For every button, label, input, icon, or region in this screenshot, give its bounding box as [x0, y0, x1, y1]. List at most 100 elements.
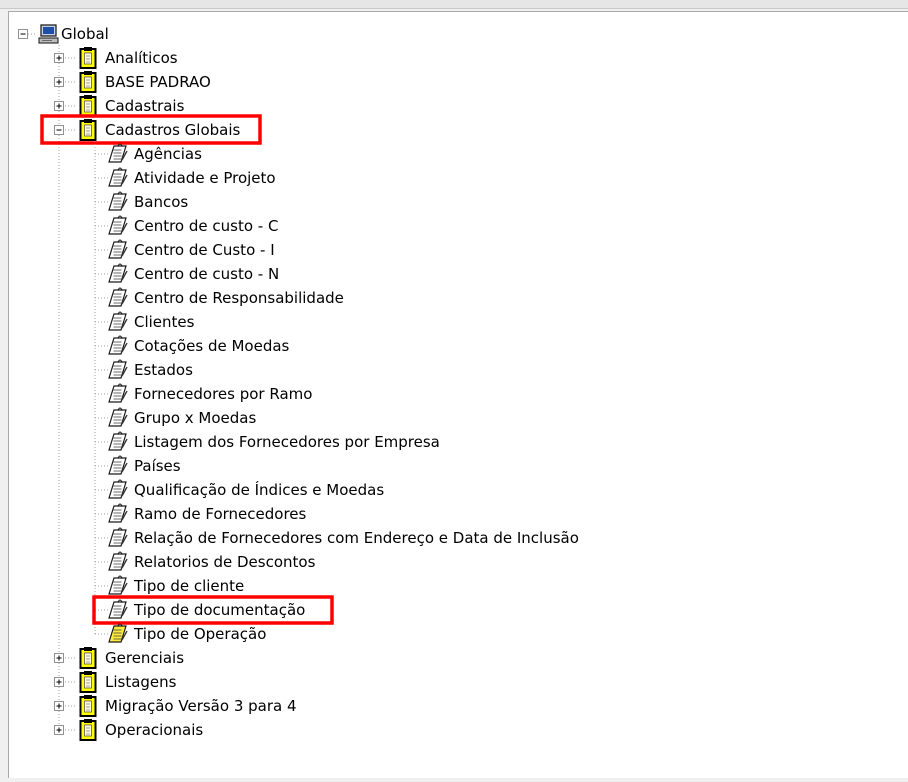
tree-item-label: Listagens	[105, 673, 177, 691]
tree-item-label: Atividade e Projeto	[134, 169, 276, 187]
tree-item-label: Migração Versão 3 para 4	[105, 697, 297, 715]
tree-report-item[interactable]: Atividade e Projeto	[134, 169, 276, 187]
tree-item-label: Qualificação de Índices e Moedas	[134, 480, 384, 499]
clipboard-folder-icon	[79, 671, 97, 693]
tree-item-label: Estados	[134, 361, 193, 379]
tree-report-item[interactable]: Fornecedores por Ramo	[134, 385, 312, 403]
tree-item-label: Clientes	[134, 313, 195, 331]
tree-folder-cadastrais[interactable]: Cadastrais	[105, 97, 185, 115]
tree-report-item[interactable]: Centro de Responsabilidade	[134, 289, 344, 307]
report-icon	[108, 263, 128, 283]
tree-folder-analiticos[interactable]: Analíticos	[105, 49, 178, 67]
tree-item-label: Global	[61, 25, 109, 43]
expander-operacionais[interactable]	[54, 725, 64, 735]
tree-item-label: Tipo de documentação	[133, 601, 305, 619]
report-icon	[108, 479, 128, 499]
expander-migracao-versao-3-para-4[interactable]	[54, 701, 64, 711]
tree-report-item[interactable]: Listagem dos Fornecedores por Empresa	[134, 433, 440, 451]
tree-report-item[interactable]: Países	[134, 457, 181, 475]
expander-analiticos[interactable]	[54, 53, 64, 63]
clipboard-folder-icon	[79, 95, 97, 117]
report-icon	[108, 431, 128, 451]
tree-item-label: Agências	[134, 145, 202, 163]
report-icon	[108, 311, 128, 331]
report-icon	[108, 575, 128, 595]
tree-report-item[interactable]: Grupo x Moedas	[134, 409, 256, 427]
tree-item-label: Tipo de cliente	[133, 577, 244, 595]
clipboard-folder-icon	[79, 47, 97, 69]
tree-item-label: Cotações de Moedas	[134, 337, 290, 355]
report-icon	[108, 455, 128, 475]
report-icon	[108, 551, 128, 571]
report-icon	[108, 503, 128, 523]
expander-cadastrais[interactable]	[54, 101, 64, 111]
tree-view: Global Analíticos BASE PADRAO Cadastrais Cad…	[18, 24, 579, 741]
tree-report-item[interactable]: Relatorios de Descontos	[134, 553, 316, 571]
tree-item-label: Ramo de Fornecedores	[134, 505, 307, 523]
tree-folder-operacionais[interactable]: Operacionais	[105, 721, 203, 739]
tree-folder-listagens[interactable]: Listagens	[105, 673, 177, 691]
tree-item-label: Fornecedores por Ramo	[134, 385, 312, 403]
tree-report-item[interactable]: Tipo de cliente	[133, 577, 244, 595]
tree-item-label: Cadastros Globais	[105, 121, 241, 139]
clipboard-folder-icon	[79, 119, 97, 141]
tree-report-item[interactable]: Clientes	[134, 313, 195, 331]
report-icon	[108, 287, 128, 307]
expander-listagens[interactable]	[54, 677, 64, 687]
clipboard-folder-icon	[79, 71, 97, 93]
tree-report-item[interactable]: Centro de custo - C	[134, 217, 278, 235]
report-icon	[108, 335, 128, 355]
tree-report-item[interactable]: Centro de custo - N	[134, 265, 279, 283]
computer-icon	[38, 24, 59, 44]
report-icon	[108, 143, 128, 163]
tree-item-label: Tipo de Operação	[133, 625, 266, 643]
tree-report-item[interactable]: Cotações de Moedas	[134, 337, 290, 355]
tree-report-item[interactable]: Relação de Fornecedores com Endereço e D…	[134, 529, 579, 547]
tree-report-item[interactable]: Tipo de Operação	[133, 625, 266, 643]
tree-window: Global Analíticos BASE PADRAO Cadastrais Cad…	[0, 0, 908, 778]
tree-item-label: Relação de Fornecedores com Endereço e D…	[134, 529, 579, 547]
report-icon	[108, 167, 128, 187]
report-icon	[108, 407, 128, 427]
tree-report-item[interactable]: Tipo de documentação	[133, 601, 305, 619]
tree-item-label: Países	[134, 457, 181, 475]
report-icon	[108, 599, 128, 619]
tree-folder-migracao-versao-3-para-4[interactable]: Migração Versão 3 para 4	[105, 697, 297, 715]
tree-item-label: Centro de Custo - I	[134, 241, 275, 259]
tree-item-label: Grupo x Moedas	[134, 409, 256, 427]
clipboard-folder-icon	[79, 647, 97, 669]
tree-item-label: Operacionais	[105, 721, 203, 739]
report-icon	[108, 191, 128, 211]
tree-item-label: Analíticos	[105, 49, 178, 67]
clipboard-folder-icon	[79, 719, 97, 741]
tree-panel: Global Analíticos BASE PADRAO Cadastrais Cad…	[8, 11, 908, 778]
tree-item-label: Listagem dos Fornecedores por Empresa	[134, 433, 440, 451]
expander-gerenciais[interactable]	[54, 653, 64, 663]
tree-report-item[interactable]: Agências	[134, 145, 202, 163]
tree-folder-cadastros-globais[interactable]: Cadastros Globais	[105, 121, 241, 139]
tree-folder-gerenciais[interactable]: Gerenciais	[105, 649, 184, 667]
tree-item-global[interactable]: Global	[61, 25, 109, 43]
tree-item-label: Relatorios de Descontos	[134, 553, 316, 571]
tree-item-label: Cadastrais	[105, 97, 185, 115]
tree-item-label: BASE PADRAO	[105, 73, 211, 91]
tree-report-item[interactable]: Bancos	[134, 193, 188, 211]
tree-item-label: Bancos	[134, 193, 188, 211]
tree-report-item[interactable]: Estados	[134, 361, 193, 379]
tree-folder-base-padrao[interactable]: BASE PADRAO	[105, 73, 211, 91]
tree-report-item[interactable]: Ramo de Fornecedores	[134, 505, 307, 523]
clipboard-folder-icon	[79, 695, 97, 717]
expander-base-padrao[interactable]	[54, 77, 64, 87]
tree-item-label: Centro de custo - N	[134, 265, 279, 283]
tree-report-item[interactable]: Centro de Custo - I	[134, 241, 275, 259]
toolbar-strip	[0, 0, 908, 9]
report-icon	[108, 623, 128, 643]
tree-item-label: Centro de custo - C	[134, 217, 278, 235]
tree-item-label: Gerenciais	[105, 649, 184, 667]
expander-global[interactable]	[18, 29, 28, 39]
tree-report-item[interactable]: Qualificação de Índices e Moedas	[134, 480, 384, 499]
report-icon	[108, 383, 128, 403]
report-icon	[108, 359, 128, 379]
tree-item-label: Centro de Responsabilidade	[134, 289, 344, 307]
expander-cadastros-globais[interactable]	[54, 125, 64, 135]
